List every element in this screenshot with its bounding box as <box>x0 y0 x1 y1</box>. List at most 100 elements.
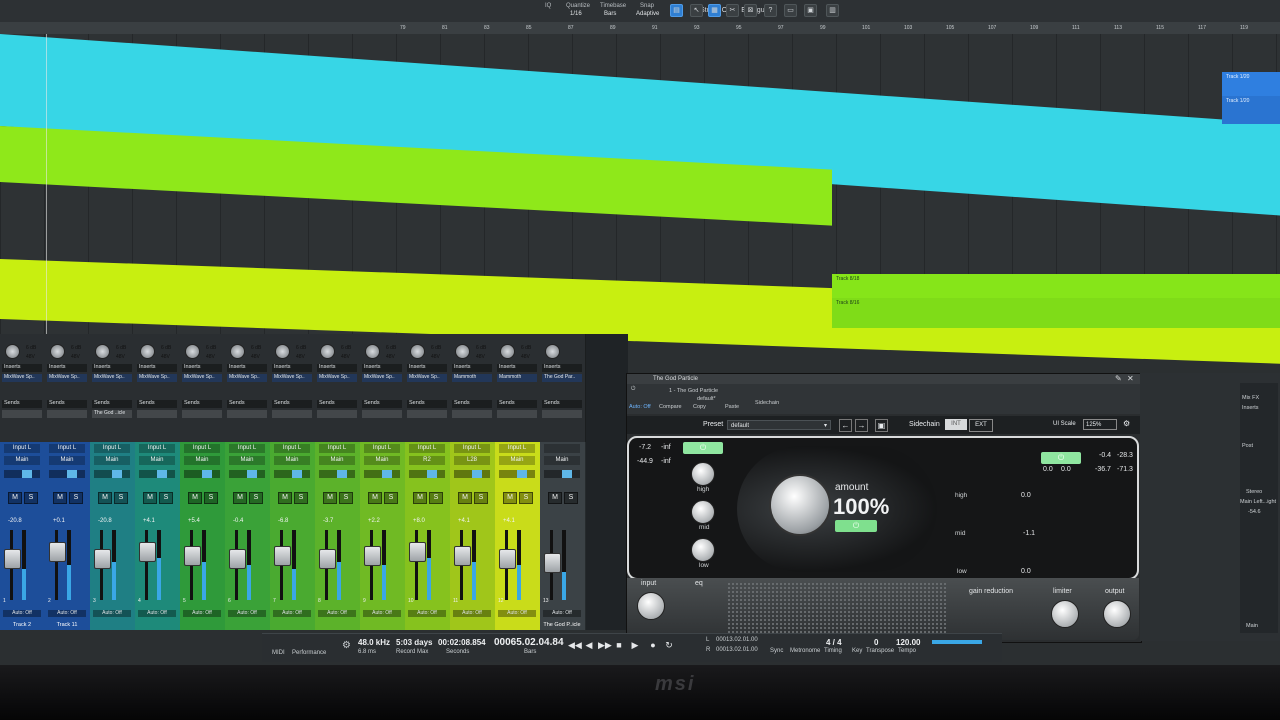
gain-knob[interactable] <box>185 344 200 359</box>
quantize-value[interactable]: 1/16 <box>570 11 582 17</box>
sends-header[interactable]: Sends <box>362 400 402 408</box>
input-selector[interactable]: Input L <box>409 444 445 453</box>
fader-handle[interactable] <box>409 542 426 562</box>
send-slot[interactable] <box>47 410 87 418</box>
phantom-48v-label[interactable]: 48V <box>116 354 125 360</box>
mute-button[interactable]: M <box>323 492 337 504</box>
pan-slider[interactable] <box>319 470 355 478</box>
input-selector[interactable]: Input L <box>229 444 265 453</box>
audio-clip-1-20b[interactable]: Track 1/20 <box>1222 96 1280 124</box>
phantom-48v-label[interactable]: 48V <box>341 354 350 360</box>
insert-slot[interactable]: Mammoth <box>497 374 537 382</box>
automation-mode[interactable]: Auto: Off <box>453 610 491 617</box>
input-selector[interactable]: Input L <box>454 444 490 453</box>
pan-slider[interactable] <box>94 470 130 478</box>
close-icon[interactable]: ✕ <box>1127 374 1134 383</box>
preset-dropdown[interactable]: default ▾ <box>727 420 831 430</box>
solo-button[interactable]: S <box>159 492 173 504</box>
inserts-header[interactable]: Inserts <box>227 364 267 372</box>
eq-mid-knob[interactable] <box>691 500 715 524</box>
preset-next-icon[interactable]: → <box>855 419 868 432</box>
sidechain-ext-button[interactable]: EXT <box>969 419 993 432</box>
track-name[interactable] <box>360 620 404 630</box>
gain-knob[interactable] <box>320 344 335 359</box>
transpose-value[interactable]: 0 <box>874 638 878 647</box>
limiter-knob[interactable] <box>1051 600 1079 628</box>
iq-label[interactable]: IQ <box>545 3 551 9</box>
mute-button[interactable]: M <box>53 492 67 504</box>
playhead[interactable] <box>46 34 47 334</box>
automation-mode[interactable]: Auto: Off <box>363 610 401 617</box>
inserts-header[interactable]: Inserts <box>137 364 177 372</box>
cpu-gear-icon[interactable]: ⚙ <box>342 640 351 651</box>
solo-button[interactable]: S <box>249 492 263 504</box>
insert-slot[interactable]: MixWave Sp.. <box>272 374 312 382</box>
view-button[interactable]: ▭ <box>784 4 797 17</box>
track-name[interactable] <box>135 620 179 630</box>
fader-handle[interactable] <box>94 549 111 569</box>
output-selector[interactable]: Main <box>274 456 310 465</box>
inserts-header[interactable]: Inserts <box>407 364 447 372</box>
amount-power-button[interactable]: ⏻ <box>835 520 877 532</box>
loop-icon[interactable]: ↻ <box>664 640 674 650</box>
mute-button[interactable]: M <box>233 492 247 504</box>
ui-scale-dropdown[interactable]: 125% <box>1083 419 1117 430</box>
output-selector[interactable]: Main <box>319 456 355 465</box>
loop-end[interactable]: 00013.02.01.00 <box>716 647 758 653</box>
copy-button[interactable]: Copy <box>693 404 706 410</box>
sends-header[interactable]: Sends <box>542 400 582 408</box>
solo-button[interactable]: S <box>384 492 398 504</box>
gain-knob[interactable] <box>500 344 515 359</box>
sidechain-int-button[interactable]: INT <box>945 419 967 430</box>
insert-slot[interactable]: MixWave Sp.. <box>362 374 402 382</box>
input-power-button[interactable]: ⏻ <box>683 442 723 454</box>
layout-button[interactable]: ▥ <box>826 4 839 17</box>
sends-header[interactable]: Sends <box>452 400 492 408</box>
gain-knob[interactable] <box>140 344 155 359</box>
output-selector[interactable]: Main <box>229 456 265 465</box>
pan-slider[interactable] <box>274 470 310 478</box>
send-slot[interactable] <box>272 410 312 418</box>
insert-slot[interactable]: MixWave Sp.. <box>317 374 357 382</box>
timebase-value[interactable]: Bars <box>604 11 616 17</box>
sync-label[interactable]: Sync <box>770 648 783 654</box>
sends-header[interactable]: Sends <box>227 400 267 408</box>
solo-button[interactable]: S <box>474 492 488 504</box>
sends-header[interactable]: Sends <box>47 400 87 408</box>
input-selector[interactable]: Input L <box>364 444 400 453</box>
inserts-header[interactable]: Inserts <box>317 364 357 372</box>
send-slot[interactable] <box>542 410 582 418</box>
pan-slider[interactable] <box>454 470 490 478</box>
inserts-header[interactable]: Inserts <box>497 364 537 372</box>
insert-slot[interactable]: MixWave Sp.. <box>407 374 447 382</box>
tool-mute-button[interactable]: ⊠ <box>744 4 757 17</box>
send-slot[interactable] <box>137 410 177 418</box>
grid-button[interactable]: ▣ <box>804 4 817 17</box>
fader-handle[interactable] <box>49 542 66 562</box>
mute-button[interactable]: M <box>278 492 292 504</box>
pan-slider[interactable] <box>499 470 535 478</box>
track-name[interactable]: Track 2 <box>0 620 44 630</box>
pan-slider[interactable] <box>4 470 40 478</box>
snap-toggle-button[interactable]: ▤ <box>670 4 683 17</box>
amount-knob[interactable] <box>769 474 831 536</box>
send-slot[interactable] <box>452 410 492 418</box>
compare-button[interactable]: Compare <box>659 404 682 410</box>
stop-icon[interactable]: ■ <box>614 640 624 650</box>
send-slot[interactable] <box>407 410 447 418</box>
automation-mode[interactable]: Auto: Off <box>138 610 176 617</box>
sends-header[interactable]: Sends <box>272 400 312 408</box>
track-name[interactable]: The God P..icle <box>540 620 584 630</box>
small-preset-field[interactable]: default* <box>697 396 716 402</box>
loop-start[interactable]: 00013.02.01.00 <box>716 637 758 643</box>
gain-knob[interactable] <box>95 344 110 359</box>
sends-header[interactable]: Sends <box>317 400 357 408</box>
preset-prev-icon[interactable]: ← <box>839 419 852 432</box>
track-name[interactable] <box>180 620 224 630</box>
pan-slider[interactable] <box>184 470 220 478</box>
fader-handle[interactable] <box>139 542 156 562</box>
phantom-48v-label[interactable]: 48V <box>386 354 395 360</box>
solo-button[interactable]: S <box>339 492 353 504</box>
phantom-48v-label[interactable]: 48V <box>431 354 440 360</box>
key-label[interactable]: Key <box>852 648 862 654</box>
